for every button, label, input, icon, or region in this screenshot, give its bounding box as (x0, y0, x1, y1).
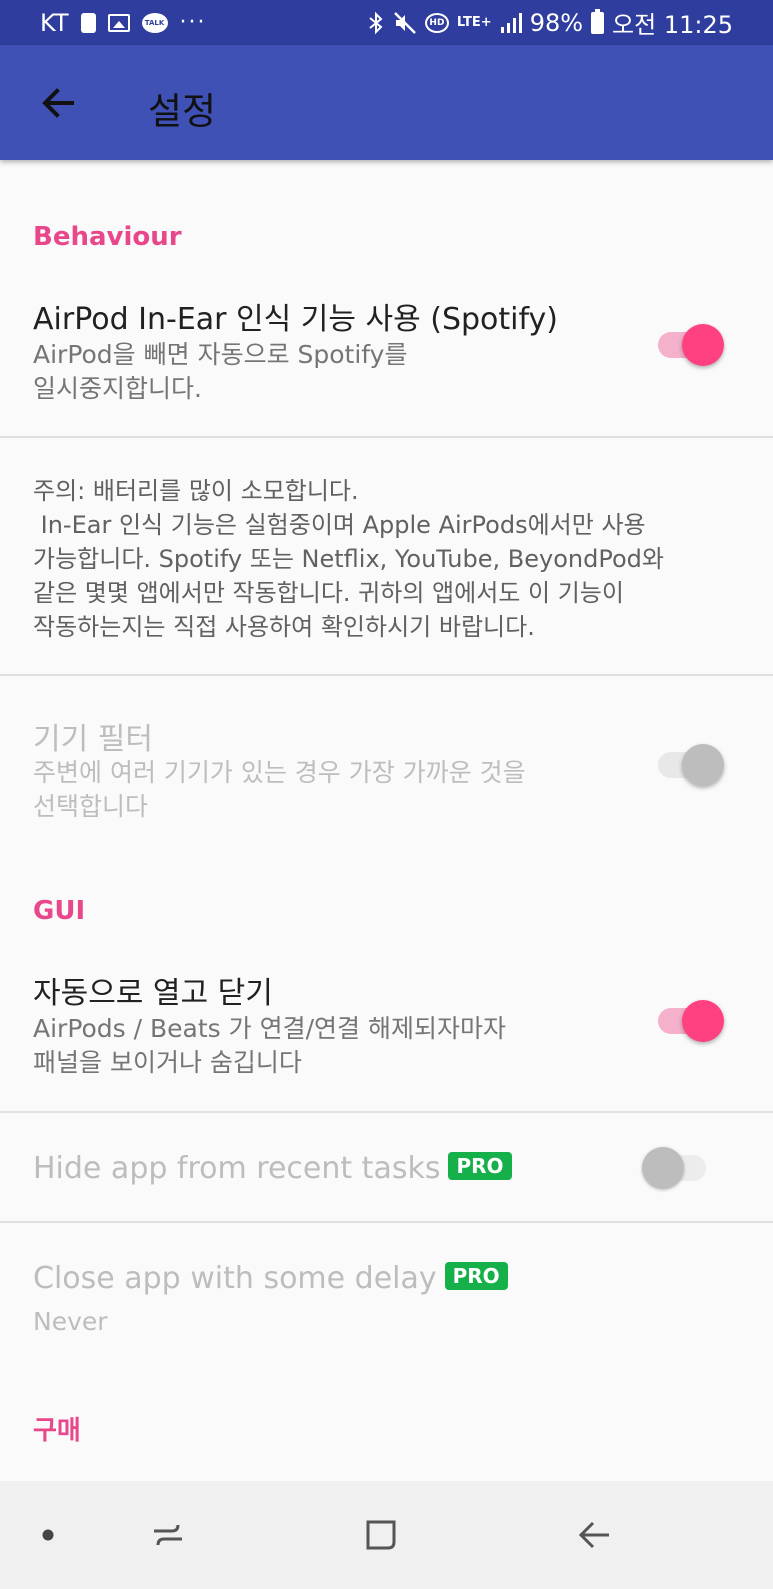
clock: 오전 11:25 (612, 11, 733, 39)
pref-summary: AirPod을 빼면 자동으로 Spotify를 일시중지합니다. (33, 340, 408, 403)
battery-icon (591, 8, 605, 34)
category-behaviour: Behaviour (33, 222, 182, 252)
pref-device-filter[interactable]: 기기 필터 주변에 여러 기기가 있는 경우 가장 가까운 것을 선택합니다 (0, 700, 773, 840)
pref-title: 자동으로 열고 닫기 (33, 976, 273, 1011)
navigation-bar (0, 1481, 773, 1589)
status-bar-right: HD LTE+ 98% 오전 11:25 (367, 0, 733, 45)
category-gui: GUI (33, 896, 86, 926)
category-purchase: 구매 (33, 1416, 81, 1446)
pref-hide-recent-tasks[interactable]: Hide app from recent tasks PRO (0, 1113, 773, 1221)
bluetooth-icon (367, 11, 385, 35)
back-button[interactable] (34, 79, 82, 127)
battery-warning-note: 주의: 배터리를 많이 소모합니다. In-Ear 인식 기능은 실험중이며 A… (33, 477, 664, 641)
mute-icon (393, 11, 417, 35)
more-dots-icon: ··· (179, 10, 207, 35)
status-bar: KT TALK ··· HD LTE+ 98% 오전 11:25 (0, 0, 773, 45)
hide-recent-switch[interactable] (642, 1145, 714, 1191)
notification-square-icon (80, 12, 96, 33)
gallery-icon (107, 13, 130, 32)
dot-icon[interactable] (18, 1505, 78, 1565)
pref-value: Never (33, 1307, 108, 1336)
back-arrow-icon (42, 88, 74, 118)
home-icon[interactable] (351, 1505, 411, 1565)
status-bar-left: KT TALK ··· (40, 0, 207, 45)
pref-title: Hide app from recent tasks PRO (33, 1151, 512, 1186)
page-title: 설정 (148, 90, 217, 133)
pro-badge: PRO (444, 1261, 508, 1290)
pref-close-delay[interactable]: Close app with some delay PRO Never (0, 1223, 773, 1363)
pref-title: 기기 필터 (33, 722, 153, 757)
in-ear-switch[interactable] (654, 322, 726, 368)
back-icon[interactable] (565, 1505, 625, 1565)
divider (0, 674, 773, 676)
pref-in-ear-detection[interactable]: AirPod In-Ear 인식 기능 사용 (Spotify) AirPod을… (0, 280, 773, 436)
recent-apps-icon[interactable] (138, 1505, 198, 1565)
pref-auto-open-close[interactable]: 자동으로 열고 닫기 AirPods / Beats 가 연결/연결 해제되자마… (0, 956, 773, 1111)
app-bar: 설정 (0, 45, 773, 160)
pref-title: Close app with some delay PRO (33, 1261, 508, 1296)
pref-summary: AirPods / Beats 가 연결/연결 해제되자마자 패널을 보이거나 … (33, 1014, 506, 1077)
pref-title: AirPod In-Ear 인식 기능 사용 (Spotify) (33, 302, 558, 337)
divider (0, 436, 773, 438)
lte-icon: LTE+ (456, 15, 492, 30)
hd-voice-icon: HD (424, 12, 449, 33)
pref-summary: 주변에 여러 기기가 있는 경우 가장 가까운 것을 선택합니다 (33, 758, 526, 821)
pro-badge: PRO (448, 1151, 512, 1180)
signal-icon (500, 12, 522, 34)
auto-open-close-switch[interactable] (654, 998, 726, 1044)
carrier-label: KT (40, 8, 69, 37)
battery-percent: 98% (529, 8, 584, 37)
device-filter-switch[interactable] (654, 742, 726, 788)
kakaotalk-icon: TALK (141, 12, 168, 33)
